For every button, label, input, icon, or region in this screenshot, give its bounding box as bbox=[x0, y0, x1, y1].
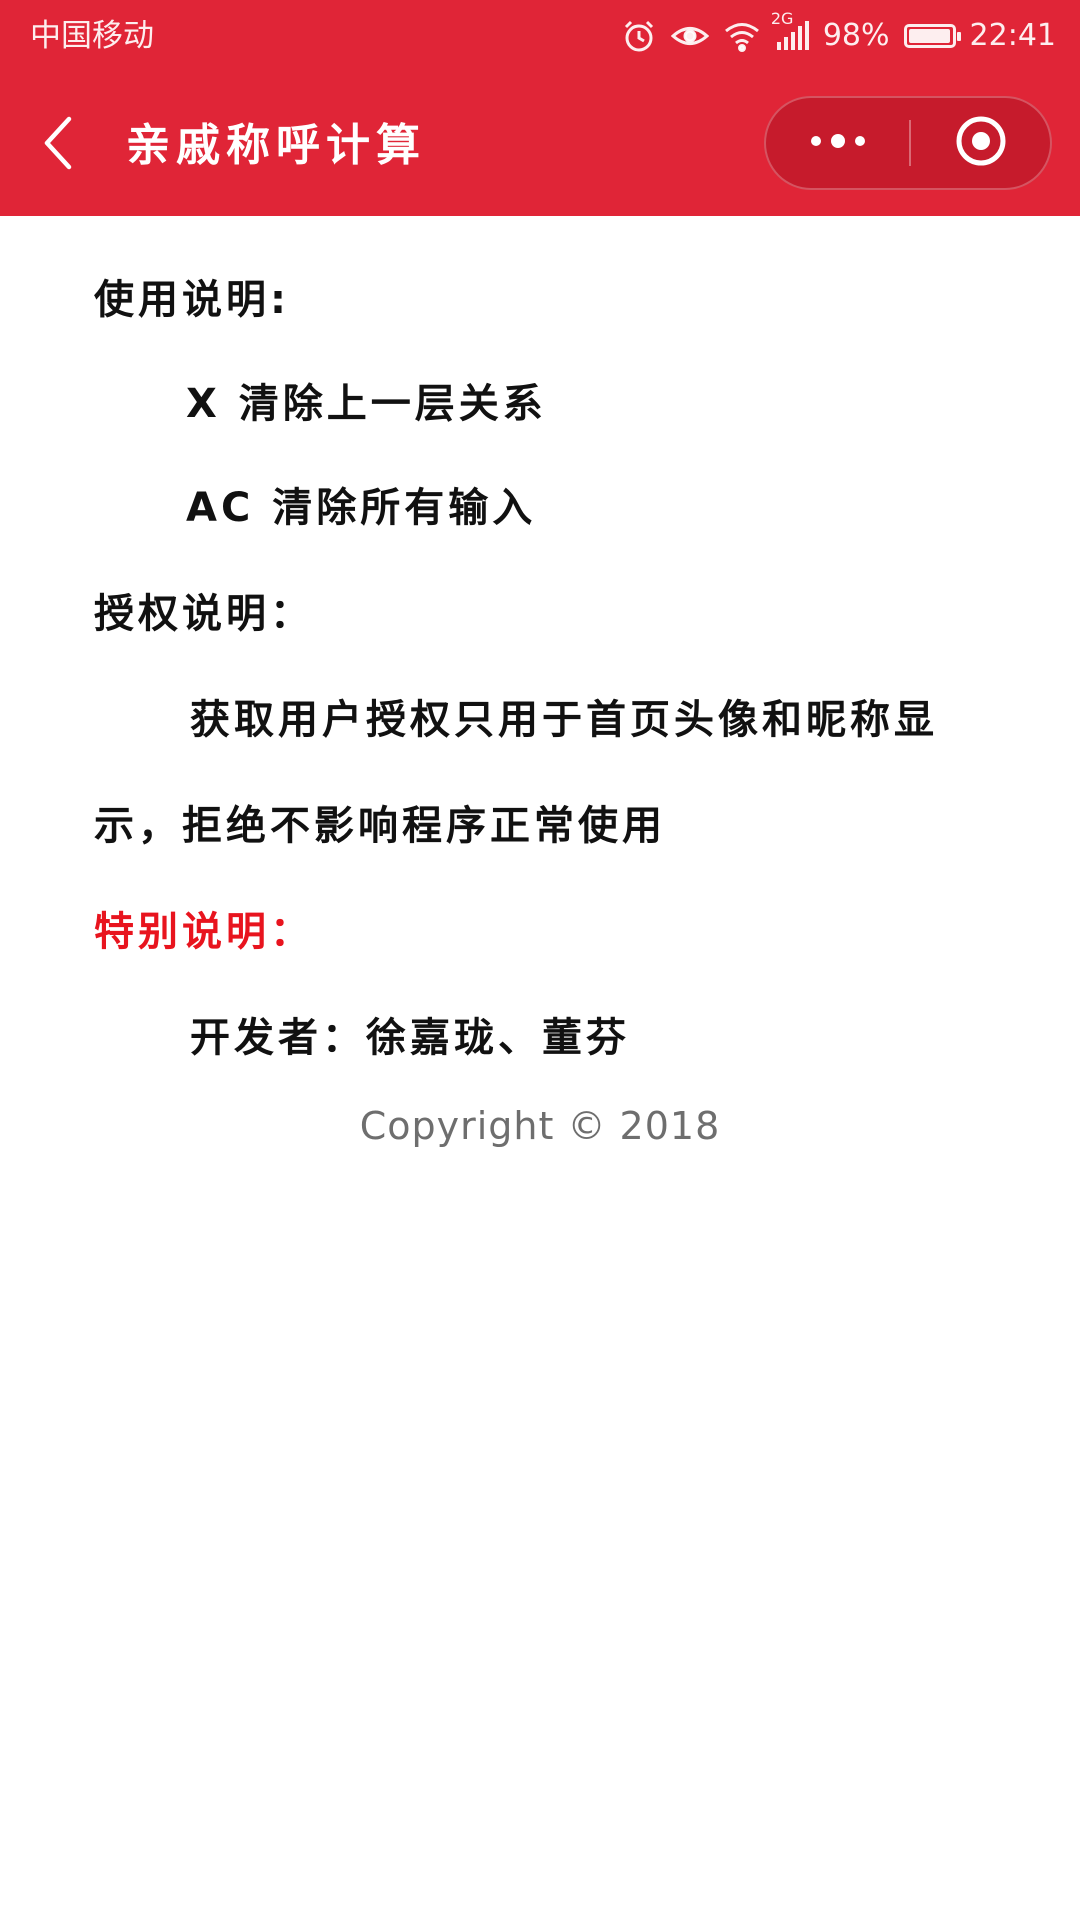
close-button[interactable] bbox=[911, 98, 1050, 188]
usage-heading: 使用说明: bbox=[94, 277, 290, 323]
clock: 22:41 bbox=[969, 18, 1056, 53]
battery-icon bbox=[903, 24, 961, 48]
battery-percent: 98% bbox=[822, 18, 890, 53]
chevron-left-icon bbox=[41, 115, 75, 175]
status-icons: 2G 98% 22:41 bbox=[621, 10, 1056, 58]
page-title: 亲戚称呼计算 bbox=[126, 120, 426, 171]
status-bar: 中国移动 2G 98% 22:41 bbox=[0, 0, 1080, 74]
menu-capsule bbox=[764, 96, 1052, 190]
carrier-label: 中国移动 bbox=[30, 18, 154, 54]
back-button[interactable] bbox=[30, 110, 86, 180]
more-dots-icon bbox=[808, 133, 868, 153]
usage-ac-text: AC 清除所有输入 bbox=[186, 485, 537, 531]
wifi-icon bbox=[723, 20, 761, 52]
battery-fill bbox=[908, 29, 950, 43]
auth-text-line1: 获取用户授权只用于首页头像和昵称显 bbox=[190, 697, 938, 743]
special-heading: 特别说明： bbox=[94, 909, 314, 955]
target-close-icon bbox=[954, 114, 1008, 172]
auth-heading: 授权说明： bbox=[94, 591, 314, 637]
usage-x-text: X 清除上一层关系 bbox=[186, 381, 547, 427]
network-type-label: 2G bbox=[770, 9, 794, 28]
auth-text-line2: 示，拒绝不影响程序正常使用 bbox=[94, 803, 666, 849]
alarm-icon bbox=[621, 18, 657, 54]
copyright-text: Copyright © 2018 bbox=[359, 1104, 721, 1148]
signal-icon: 2G bbox=[771, 10, 809, 52]
eye-icon bbox=[670, 21, 709, 51]
developers-text: 开发者：徐嘉珑、董芬 bbox=[190, 1015, 630, 1061]
more-button[interactable] bbox=[766, 98, 909, 188]
header-bar: 中国移动 2G 98% 22:41 亲戚称呼计算 bbox=[0, 0, 1080, 216]
